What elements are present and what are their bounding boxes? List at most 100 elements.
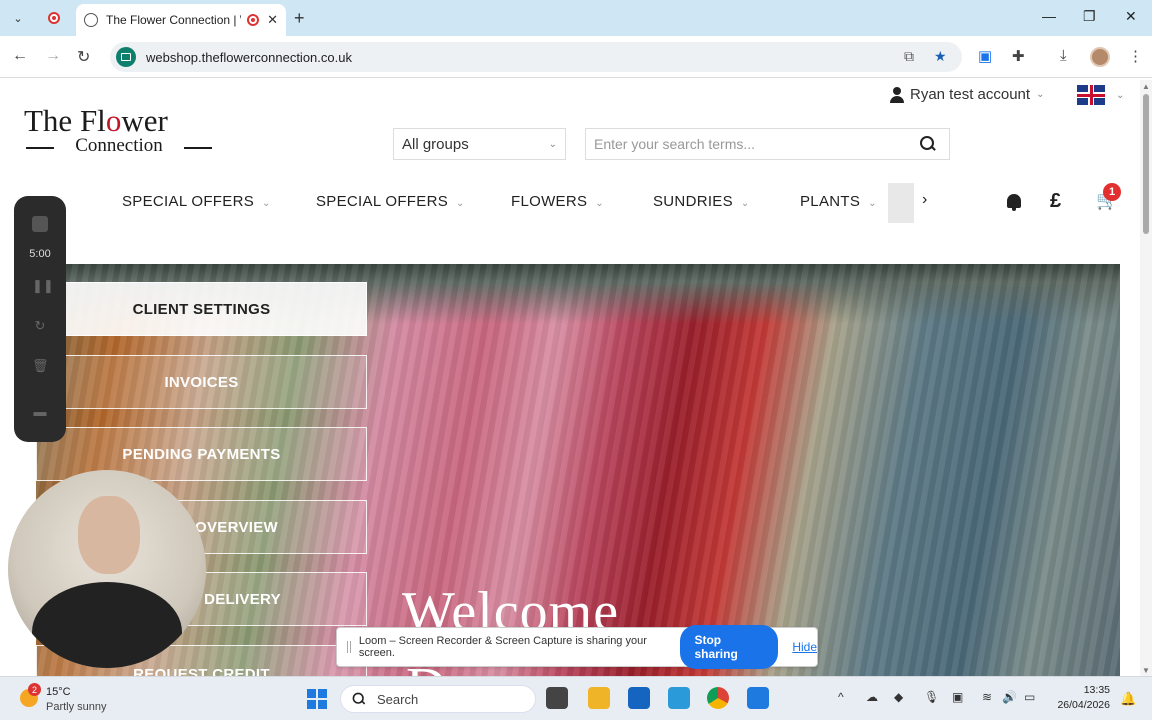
store-icon[interactable] (747, 687, 769, 709)
notification-icon[interactable]: 🔔 (1120, 691, 1136, 707)
volume-icon[interactable]: 🔊 (1002, 690, 1017, 704)
chevron-down-icon: ⌄ (262, 198, 271, 209)
close-tab-icon[interactable]: ✕ (267, 12, 278, 28)
search-icon[interactable] (920, 136, 936, 152)
recording-icon (247, 14, 260, 26)
browser-toolbar: ← → ↻ webshop.theflowerconnection.co.uk … (0, 36, 1152, 78)
hide-button[interactable]: Hide (792, 640, 817, 654)
start-button-icon[interactable] (307, 689, 327, 709)
forward-icon[interactable]: → (45, 47, 61, 65)
profile-avatar[interactable] (1090, 47, 1110, 67)
search-input[interactable] (594, 136, 914, 152)
tab-search-chevron-icon[interactable]: ⌄ (8, 8, 28, 28)
groups-value: All groups (402, 135, 469, 153)
weather-widget[interactable]: 2 15°C Partly sunny (18, 683, 118, 715)
collapse-icon[interactable]: ▬ (32, 404, 48, 419)
bookmark-star-icon[interactable]: ★ (934, 48, 947, 65)
site-logo[interactable]: The Flower Connection (24, 104, 214, 156)
display-icon[interactable]: ▣ (952, 690, 963, 704)
url-text: webshop.theflowerconnection.co.uk (146, 49, 352, 65)
close-window-icon[interactable]: ✕ (1125, 8, 1137, 25)
download-icon[interactable]: ⤓ (1060, 47, 1067, 64)
drag-handle-icon[interactable] (347, 641, 351, 653)
bell-icon[interactable] (1006, 194, 1022, 212)
chevron-down-icon: ⌄ (548, 138, 557, 150)
address-bar[interactable]: webshop.theflowerconnection.co.uk ⧉ ★ (110, 42, 962, 72)
uk-flag-icon[interactable] (1077, 85, 1105, 105)
install-app-icon[interactable]: ⧉ (904, 48, 914, 65)
more-menu-icon[interactable]: ⋮ (1128, 47, 1143, 65)
client-settings-button[interactable]: CLIENT SETTINGS (36, 282, 367, 336)
search-box[interactable] (585, 128, 950, 160)
onedrive-icon[interactable]: ☁ (866, 690, 878, 704)
webcam-face (78, 496, 140, 574)
menu-item-sundries[interactable]: SUNDRIES ⌄ (653, 193, 750, 210)
taskbar-search-label: Search (377, 691, 419, 707)
loom-control-panel: 5:00 ❚❚ ↻ 🗑 ▬ (14, 196, 66, 442)
webcam-body (32, 582, 182, 668)
back-icon[interactable]: ← (12, 47, 28, 65)
menu-item-special-offers[interactable]: SPECIAL OFFERS ⌄ (122, 193, 271, 210)
groups-select[interactable]: All groups ⌄ (393, 128, 566, 160)
menu-label: FLOWERS (511, 193, 588, 210)
file-explorer-icon[interactable] (588, 687, 610, 709)
cart-count-badge: 1 (1103, 183, 1121, 201)
dropbox-icon[interactable]: ◆ (894, 690, 903, 704)
weather-badge: 2 (28, 683, 41, 696)
delete-icon[interactable]: 🗑 (32, 358, 49, 373)
scroll-up-icon[interactable]: ▲ (1142, 82, 1150, 91)
system-clock[interactable]: 13:35 26/04/2026 (1052, 683, 1110, 713)
chevron-down-icon: ⌄ (1036, 89, 1045, 100)
menu-item-special-offers-2[interactable]: SPECIAL OFFERS ⌄ (316, 193, 465, 210)
invoices-button[interactable]: INVOICES (36, 355, 367, 409)
logo-text-2: wer (121, 103, 168, 138)
extensions-puzzle-icon[interactable]: ✚ (1012, 47, 1025, 65)
logo-subtitle: Connection (24, 136, 214, 156)
webcam-bubble[interactable] (8, 470, 206, 668)
site-info-icon[interactable] (116, 47, 136, 67)
scroll-down-icon[interactable]: ▼ (1142, 666, 1150, 675)
restore-icon[interactable]: ❐ (1083, 8, 1096, 25)
menu-label: SPECIAL OFFERS (316, 193, 449, 210)
pinned-tab-recording[interactable] (40, 6, 68, 30)
pause-icon[interactable]: ❚❚ (32, 278, 54, 293)
chevron-down-icon: ⌄ (740, 198, 750, 209)
restart-icon[interactable]: ↻ (32, 318, 48, 333)
new-tab-button[interactable]: + (294, 8, 305, 29)
browser-tab-strip: ⌄ The Flower Connection | W... ✕ + — ❐ ✕ (0, 0, 1152, 36)
menu-overflow-fade (888, 183, 914, 223)
language-chevron-icon[interactable]: ⌄ (1116, 90, 1124, 101)
temperature: 15°C (46, 686, 71, 698)
scrollbar-thumb[interactable] (1143, 94, 1149, 234)
wifi-icon[interactable]: ≋ (982, 690, 992, 704)
user-icon (890, 86, 904, 103)
page-scrollbar[interactable]: ▲ ▼ (1140, 80, 1152, 676)
stop-sharing-button[interactable]: Stop sharing (680, 625, 779, 669)
recording-timer: 5:00 (29, 248, 51, 260)
taskbar-search[interactable]: Search (340, 685, 536, 713)
minimize-icon[interactable]: — (1042, 8, 1056, 24)
extension-icon[interactable]: ▣ (978, 47, 992, 65)
microphone-icon[interactable]: 🎙 (924, 690, 939, 704)
battery-icon[interactable]: ▭ (1024, 690, 1035, 704)
active-tab[interactable]: The Flower Connection | W... ✕ (76, 4, 286, 36)
outlook-icon[interactable] (628, 687, 650, 709)
notepad-icon[interactable] (668, 687, 690, 709)
menu-label: PLANTS (800, 193, 861, 210)
menu-item-flowers[interactable]: FLOWERS ⌄ (511, 193, 604, 210)
menu-next-icon[interactable]: › (922, 191, 927, 209)
clock-date: 26/04/2026 (1057, 699, 1110, 711)
tray-chevron-icon[interactable]: ^ (838, 690, 844, 704)
account-menu[interactable]: Ryan test account ⌄ (890, 86, 1044, 103)
reload-icon[interactable]: ↻ (77, 47, 90, 67)
currency-button[interactable]: £ (1050, 190, 1061, 213)
globe-icon (84, 13, 98, 27)
chrome-icon[interactable] (707, 687, 729, 709)
stop-recording-icon[interactable] (32, 216, 48, 232)
windows-taskbar: 2 15°C Partly sunny Search ^ ☁ ◆ 🎙 ▣ ≋ 🔊… (0, 676, 1152, 720)
chevron-down-icon: ⌄ (456, 198, 465, 209)
task-view-icon[interactable] (546, 687, 568, 709)
chevron-down-icon: ⌄ (868, 198, 877, 209)
sharing-message: Loom – Screen Recorder & Screen Capture … (358, 635, 647, 659)
menu-item-plants[interactable]: PLANTS ⌄ (800, 193, 877, 210)
